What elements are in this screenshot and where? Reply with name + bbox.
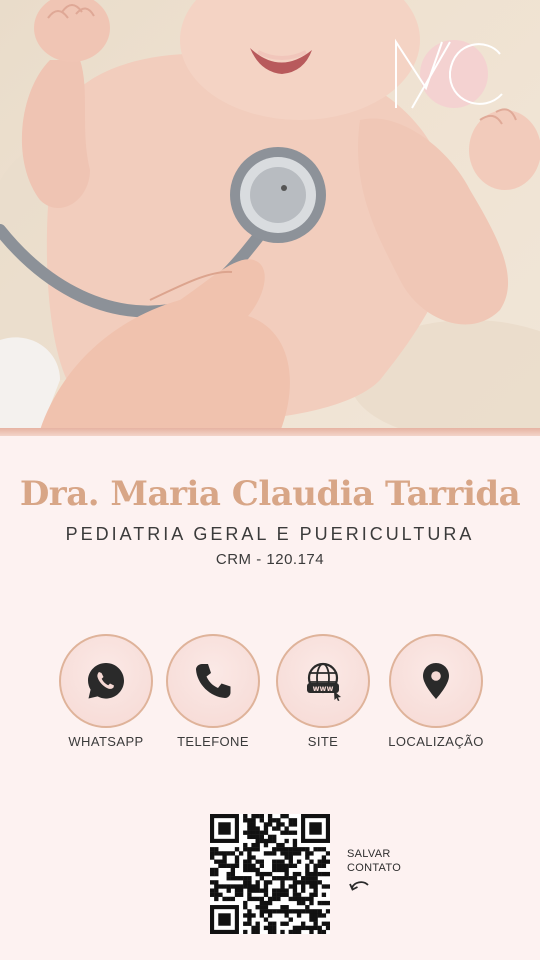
location-pin-icon [423,663,449,699]
whatsapp-button-circle[interactable] [59,634,153,728]
phone-button[interactable]: TELEFONE [153,634,273,764]
whatsapp-icon [88,663,124,699]
svg-text:www: www [313,684,334,693]
save-contact-link[interactable]: SALVAR CONTATO [347,847,401,875]
whatsapp-label: WHATSAPP [68,734,144,749]
phone-icon [196,664,231,698]
curved-arrow-icon [349,878,371,899]
qr-finder-pattern [301,814,330,843]
contact-actions: WHATSAPP TELEFONE www SITE LOCALIZAÇÃO [0,634,540,764]
location-label: LOCALIZAÇÃO [388,734,484,749]
save-contact-line1: SALVAR [347,848,391,860]
site-button-circle[interactable]: www [276,634,370,728]
site-label: SITE [307,734,339,749]
doctor-name: Dra. Maria Claudia Tarrida [19,474,521,514]
www-globe-icon: www [307,662,341,701]
crm-number: CRM - 120.174 [215,551,325,568]
contact-qr-code[interactable] [210,814,331,935]
phone-button-circle[interactable] [166,634,260,728]
site-button[interactable]: www SITE [263,634,383,764]
qr-finder-pattern [210,905,239,934]
mc-monogram-logo [392,36,504,112]
specialty-subtitle: PEDIATRIA GERAL E PUERICULTURA [65,524,475,544]
location-button[interactable]: LOCALIZAÇÃO [376,634,496,764]
phone-label: TELEFONE [177,734,249,749]
save-contact-line2: CONTATO [347,862,402,874]
location-button-circle[interactable] [389,634,483,728]
hero-divider [0,428,540,436]
qr-code-image [210,814,331,935]
whatsapp-button[interactable]: WHATSAPP [46,634,166,764]
qr-finder-pattern [210,814,239,843]
